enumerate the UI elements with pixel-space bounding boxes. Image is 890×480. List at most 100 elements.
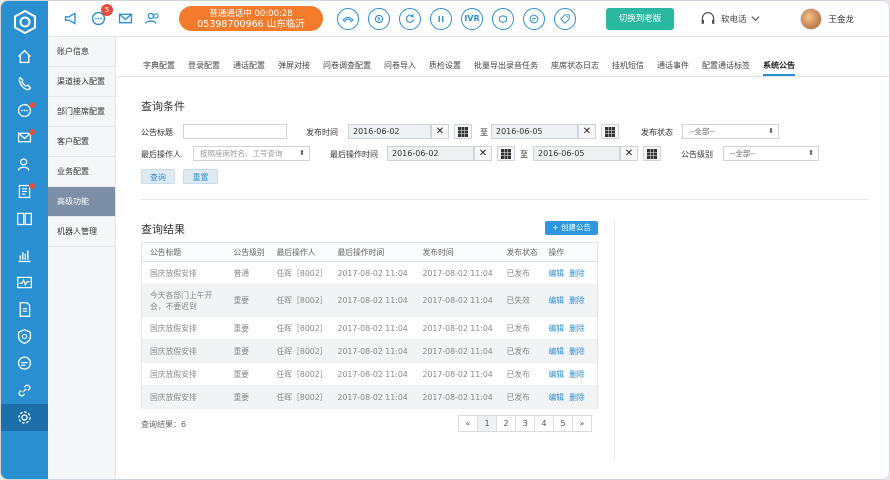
home-icon[interactable] (1, 43, 48, 70)
cell-operator: 任晖［8002］ (268, 339, 330, 363)
calendar-grid-icon[interactable] (601, 124, 619, 139)
pause-button[interactable] (430, 7, 452, 30)
clear-x-icon[interactable]: ✕ (620, 146, 638, 161)
sidemenu-item-advanced[interactable]: 高级功能 (48, 187, 115, 217)
notice-title-input[interactable] (183, 124, 287, 139)
tab-hangup-sms[interactable]: 挂机短信 (612, 55, 644, 76)
pager-page-1[interactable]: 1 (477, 415, 497, 432)
pager-page-4[interactable]: 4 (534, 415, 554, 432)
edit-link[interactable]: 编辑 (549, 370, 565, 379)
cell-pub-time: 2017-08-02 11:04 (414, 261, 499, 285)
contacts-icon[interactable] (1, 151, 48, 178)
calendar-grid-icon[interactable] (454, 124, 472, 139)
sidemenu-item-channel[interactable]: 渠道接入配置 (48, 67, 115, 97)
pager-next[interactable]: » (572, 415, 592, 432)
edit-link[interactable]: 编辑 (549, 324, 565, 333)
table-row: 今天各部门上午开会，不要迟到 重要 任晖［8002］ 2017-08-02 11… (141, 284, 598, 317)
cell-status: 已发布 (498, 316, 541, 340)
sidemenu-item-account[interactable]: 账户信息 (48, 37, 115, 67)
sidemenu-item-customer[interactable]: 客户配置 (48, 127, 115, 157)
tab-export-recording[interactable]: 批量导出录音任务 (474, 55, 538, 76)
tickets-icon[interactable] (1, 178, 48, 205)
edit-link[interactable]: 编辑 (549, 393, 565, 402)
tab-call[interactable]: 通话配置 (233, 55, 265, 76)
document-icon[interactable] (1, 296, 48, 323)
publish-status-select[interactable]: --全部-- ⬍ (682, 124, 779, 139)
quality-shield-icon[interactable] (1, 323, 48, 350)
broadcast-icon[interactable] (60, 8, 82, 30)
publish-time-from-input[interactable]: 2016-06-02 (348, 124, 431, 139)
edit-link[interactable]: 编辑 (549, 296, 565, 305)
transfer-button[interactable] (368, 7, 390, 30)
link-icon[interactable] (1, 377, 48, 404)
notice-table: 公告标题 公告级别 最后操作人 最后操作时间 发布时间 发布状态 操作 国庆放假… (141, 242, 598, 409)
tab-survey-import[interactable]: 问卷导入 (384, 55, 416, 76)
mail-icon[interactable] (114, 8, 136, 30)
users-icon[interactable] (141, 8, 163, 30)
tab-call-tags[interactable]: 配置通话标签 (702, 55, 750, 76)
phone-icon[interactable] (1, 70, 48, 97)
cell-op-time: 2017-08-02 11:04 (329, 316, 415, 340)
delete-link[interactable]: 删除 (569, 296, 585, 305)
refresh-button[interactable] (399, 7, 421, 30)
reset-button[interactable]: 重置 (183, 169, 218, 184)
pager-page-2[interactable]: 2 (496, 415, 516, 432)
calendar-grid-icon[interactable] (643, 146, 661, 161)
clear-x-icon[interactable]: ✕ (578, 124, 596, 139)
ivr-button[interactable]: IVR (461, 7, 483, 30)
message-icon[interactable] (1, 350, 48, 377)
table-row: 国庆放假安排 重要 任晖［8002］ 2017-08-02 11:04 2017… (141, 362, 598, 386)
create-notice-button[interactable]: + 创建公告 (545, 221, 598, 235)
edit-link[interactable]: 编辑 (549, 269, 565, 278)
publish-time-to-input[interactable]: 2016-06-05 (491, 124, 578, 139)
tab-system-notice[interactable]: 系统公告 (763, 55, 795, 76)
last-op-time-from-input[interactable]: 2016-06-02 (387, 146, 474, 161)
mail-icon[interactable] (1, 124, 48, 151)
tab-popup[interactable]: 弹屏对接 (278, 55, 310, 76)
monitor-icon[interactable] (1, 269, 48, 296)
tab-agent-log[interactable]: 座席状态日志 (551, 55, 599, 76)
clear-x-icon[interactable]: ✕ (474, 146, 492, 161)
phone-mode-dropdown[interactable]: 软电话 (700, 11, 765, 27)
delete-link[interactable]: 删除 (569, 269, 585, 278)
tag-button[interactable] (554, 7, 576, 30)
report-chart-icon[interactable] (1, 242, 48, 269)
clear-x-icon[interactable]: ✕ (431, 124, 449, 139)
user-menu[interactable]: 王金龙 (800, 7, 854, 30)
delete-link[interactable]: 删除 (569, 393, 585, 402)
pager-page-3[interactable]: 3 (515, 415, 535, 432)
chat-icon[interactable] (1, 97, 48, 124)
delete-link[interactable]: 删除 (569, 324, 585, 333)
tab-login[interactable]: 登录配置 (188, 55, 220, 76)
tab-quality[interactable]: 质检设置 (429, 55, 461, 76)
sidemenu-item-business[interactable]: 业务配置 (48, 157, 115, 187)
tab-call-events[interactable]: 通话事件 (657, 55, 689, 76)
calendar-grid-icon[interactable] (497, 146, 515, 161)
last-operator-input[interactable]: 按照座席姓名、工号查询 ⬍ (193, 146, 310, 161)
query-button[interactable]: 查询 (141, 169, 175, 184)
switch-old-version-button[interactable]: 切换到老版 (606, 7, 674, 30)
last-op-time-to-input[interactable]: 2016-06-05 (533, 146, 620, 161)
chevron-down-icon (751, 16, 760, 22)
notice-level-select[interactable]: --全部-- ⬍ (723, 146, 819, 161)
message-button[interactable] (523, 7, 545, 30)
hangup-button[interactable] (337, 7, 359, 30)
cell-actions: 编辑 删除 (540, 362, 598, 386)
tab-survey-config[interactable]: 问卷调查配置 (323, 55, 371, 76)
sidemenu-item-department[interactable]: 部门座席配置 (48, 97, 115, 127)
settings-gear-icon[interactable] (1, 404, 48, 431)
phone-mode-label: 软电话 (721, 14, 747, 25)
delete-link[interactable]: 删除 (569, 347, 585, 356)
tab-dictionary[interactable]: 字典配置 (143, 55, 175, 76)
pager-prev[interactable]: « (458, 415, 478, 432)
knowledge-book-icon[interactable] (1, 205, 48, 232)
chat-bubble-icon[interactable]: 5 (87, 3, 113, 30)
delete-link[interactable]: 删除 (569, 370, 585, 379)
pager-page-5[interactable]: 5 (553, 415, 573, 432)
edit-link[interactable]: 编辑 (549, 347, 565, 356)
consult-button[interactable] (492, 7, 514, 30)
sidemenu-item-robot[interactable]: 机器人管理 (48, 217, 115, 247)
call-status-pill[interactable]: 普通通话中 00:00:28 05398700966 山东临沂 (179, 6, 323, 31)
cell-operator: 任晖［8002］ (268, 385, 330, 409)
cell-operator: 任晖［8002］ (268, 316, 330, 340)
